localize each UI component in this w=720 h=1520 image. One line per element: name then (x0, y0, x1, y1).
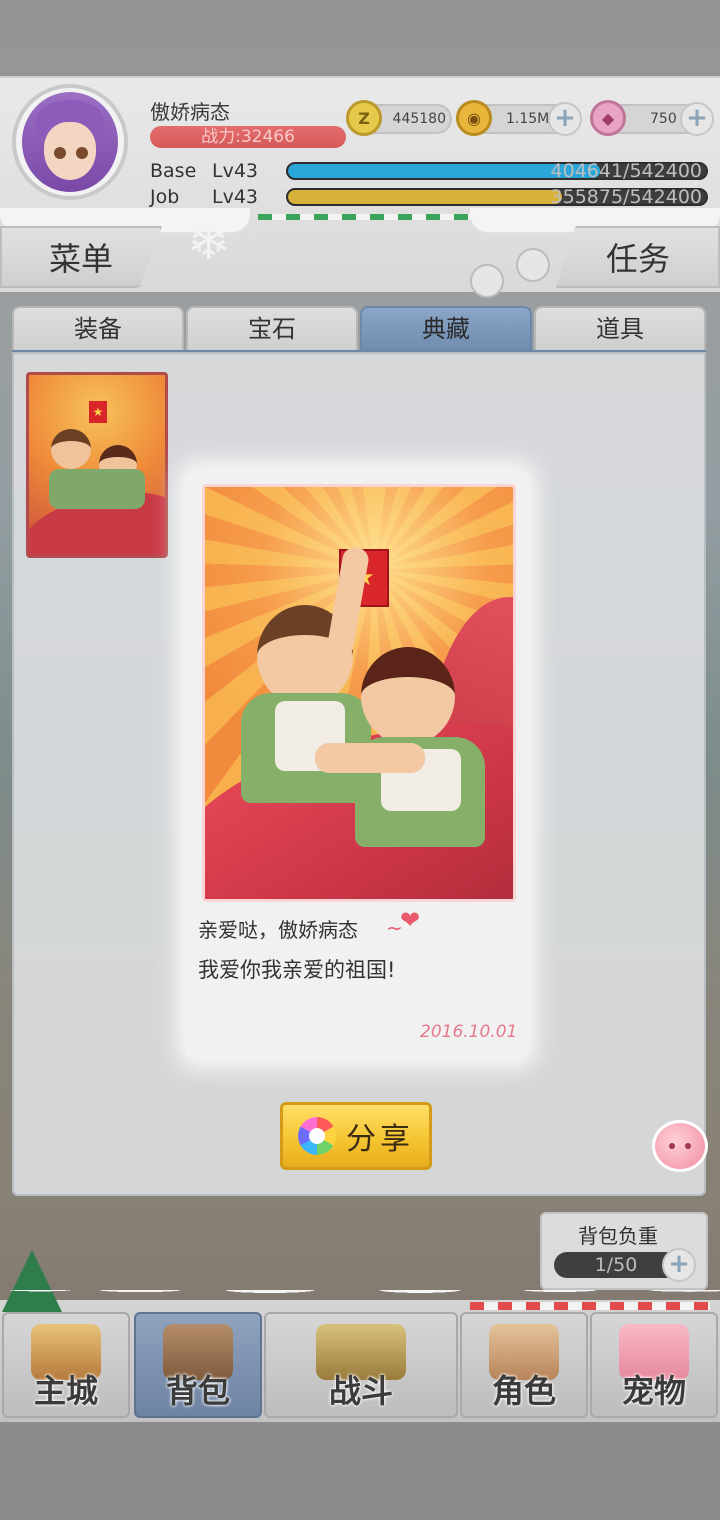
add-gem-button[interactable]: + (680, 102, 714, 136)
bag-capacity-title: 背包负重 (578, 1224, 658, 1248)
job-exp-text: 355875/542400 (550, 186, 702, 208)
tab-collection[interactable]: 典藏 (360, 306, 532, 352)
tab-gems[interactable]: 宝石 (186, 306, 358, 352)
zeny-coin-icon: Z (346, 100, 382, 136)
nav-battle[interactable]: 战斗 (264, 1312, 458, 1418)
base-exp-text: 404641/542400 (550, 160, 702, 182)
nav-pet[interactable]: 宠物 (590, 1312, 718, 1418)
nav-backpack[interactable]: 背包 (134, 1312, 262, 1418)
gem-value: 750 (650, 111, 677, 127)
base-label: Base (150, 160, 197, 182)
menu-button[interactable]: 菜单 (0, 226, 162, 288)
share-camera-icon (298, 1117, 336, 1155)
pink-gem-icon: ◆ (590, 100, 626, 136)
card-greeting: 亲爱哒，傲娇病态 (198, 918, 358, 942)
nav-character[interactable]: 角色 (460, 1312, 588, 1418)
nav-pet-label: 宠物 (621, 1372, 686, 1410)
gold-value: 1.15M (506, 111, 550, 127)
card-date: 2016.10.01 (420, 1022, 518, 1042)
job-label: Job (150, 186, 180, 208)
collection-card-thumbnail[interactable]: ★ (26, 372, 168, 558)
nav-main-city-label: 主城 (33, 1372, 98, 1410)
ornament-icon (516, 248, 550, 282)
ornament-icon (470, 264, 504, 298)
heart-icon: ❤ (400, 906, 421, 934)
nav-character-label: 角色 (491, 1372, 556, 1410)
candy-stripe-decoration (258, 214, 478, 220)
share-label: 分享 (346, 1122, 414, 1157)
task-button[interactable]: 任务 (556, 226, 720, 288)
bag-capacity-value: 1/50 (554, 1252, 678, 1278)
base-level: Lv43 (212, 160, 259, 182)
player-name: 傲娇病态 (150, 100, 230, 124)
pet-assistant-icon[interactable] (652, 1120, 708, 1172)
card-message: 我爱你我亲爱的祖国! (198, 958, 396, 982)
nav-main-city[interactable]: 主城 (2, 1312, 130, 1418)
boy-right-figure (361, 647, 455, 745)
tab-items[interactable]: 道具 (534, 306, 706, 352)
zeny-value: 445180 (392, 111, 446, 127)
nav-backpack-label: 背包 (165, 1372, 230, 1410)
snowflake-icon: ❄ (186, 209, 232, 272)
share-button[interactable]: 分享 (280, 1102, 432, 1170)
collection-card-artwork: ★ (202, 484, 516, 902)
add-gold-button[interactable]: + (548, 102, 582, 136)
red-book-icon: ★ (89, 401, 107, 423)
avatar[interactable] (22, 92, 118, 192)
job-level: Lv43 (212, 186, 259, 208)
inventory-tabs: 装备 宝石 典藏 道具 (12, 306, 706, 354)
gold-bag-icon: ◉ (456, 100, 492, 136)
expand-bag-button[interactable]: + (662, 1248, 696, 1282)
nav-battle-label: 战斗 (328, 1372, 393, 1410)
snow-decoration-bottom (0, 1290, 720, 1320)
tab-equipment[interactable]: 装备 (12, 306, 184, 352)
combat-power: 战力:32466 (150, 126, 346, 148)
